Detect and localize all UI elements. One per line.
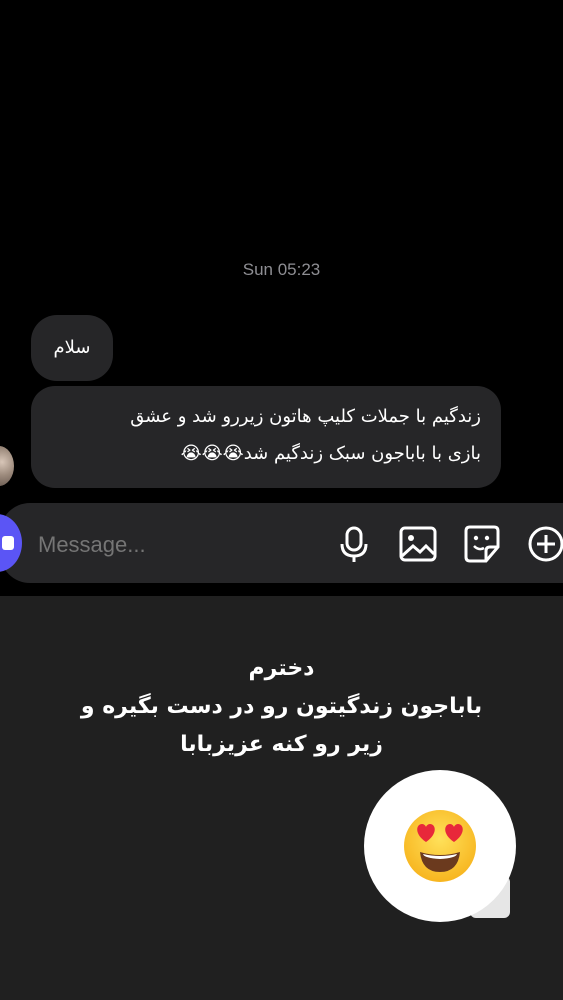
message-line: بازی با باباجون سبک زندگیم شد😭😭😭 — [180, 443, 481, 464]
caption-line: زیر رو کنه عزیزبابا — [180, 732, 383, 757]
emoji-sticker[interactable] — [364, 770, 516, 922]
microphone-icon — [340, 526, 368, 562]
gallery-button[interactable] — [398, 523, 438, 565]
heart-eyes-emoji-icon — [404, 810, 476, 882]
gallery-icon — [399, 526, 437, 562]
microphone-button[interactable] — [334, 523, 374, 565]
camera-icon — [2, 536, 14, 550]
message-input[interactable] — [36, 527, 280, 563]
avatar[interactable] — [0, 446, 14, 486]
message-bubble[interactable]: سلام — [31, 315, 113, 381]
plus-button[interactable] — [526, 523, 563, 565]
message-bubble[interactable]: زندگیم با جملات کلیپ هاتون زیررو شد و عش… — [31, 386, 501, 488]
sticker-icon — [464, 525, 500, 563]
caption-line: باباجون زندگیتون رو در دست بگیره و — [80, 694, 483, 719]
plus-icon — [528, 526, 563, 562]
message-line: زندگیم با جملات کلیپ هاتون زیررو شد و عش… — [130, 406, 481, 427]
message-timestamp: Sun 05:23 — [242, 260, 321, 279]
sticker-button[interactable] — [462, 523, 502, 565]
story-caption: دخترم باباجون زندگیتون رو در دست بگیره و… — [0, 650, 563, 764]
caption-line: دخترم — [248, 656, 315, 681]
